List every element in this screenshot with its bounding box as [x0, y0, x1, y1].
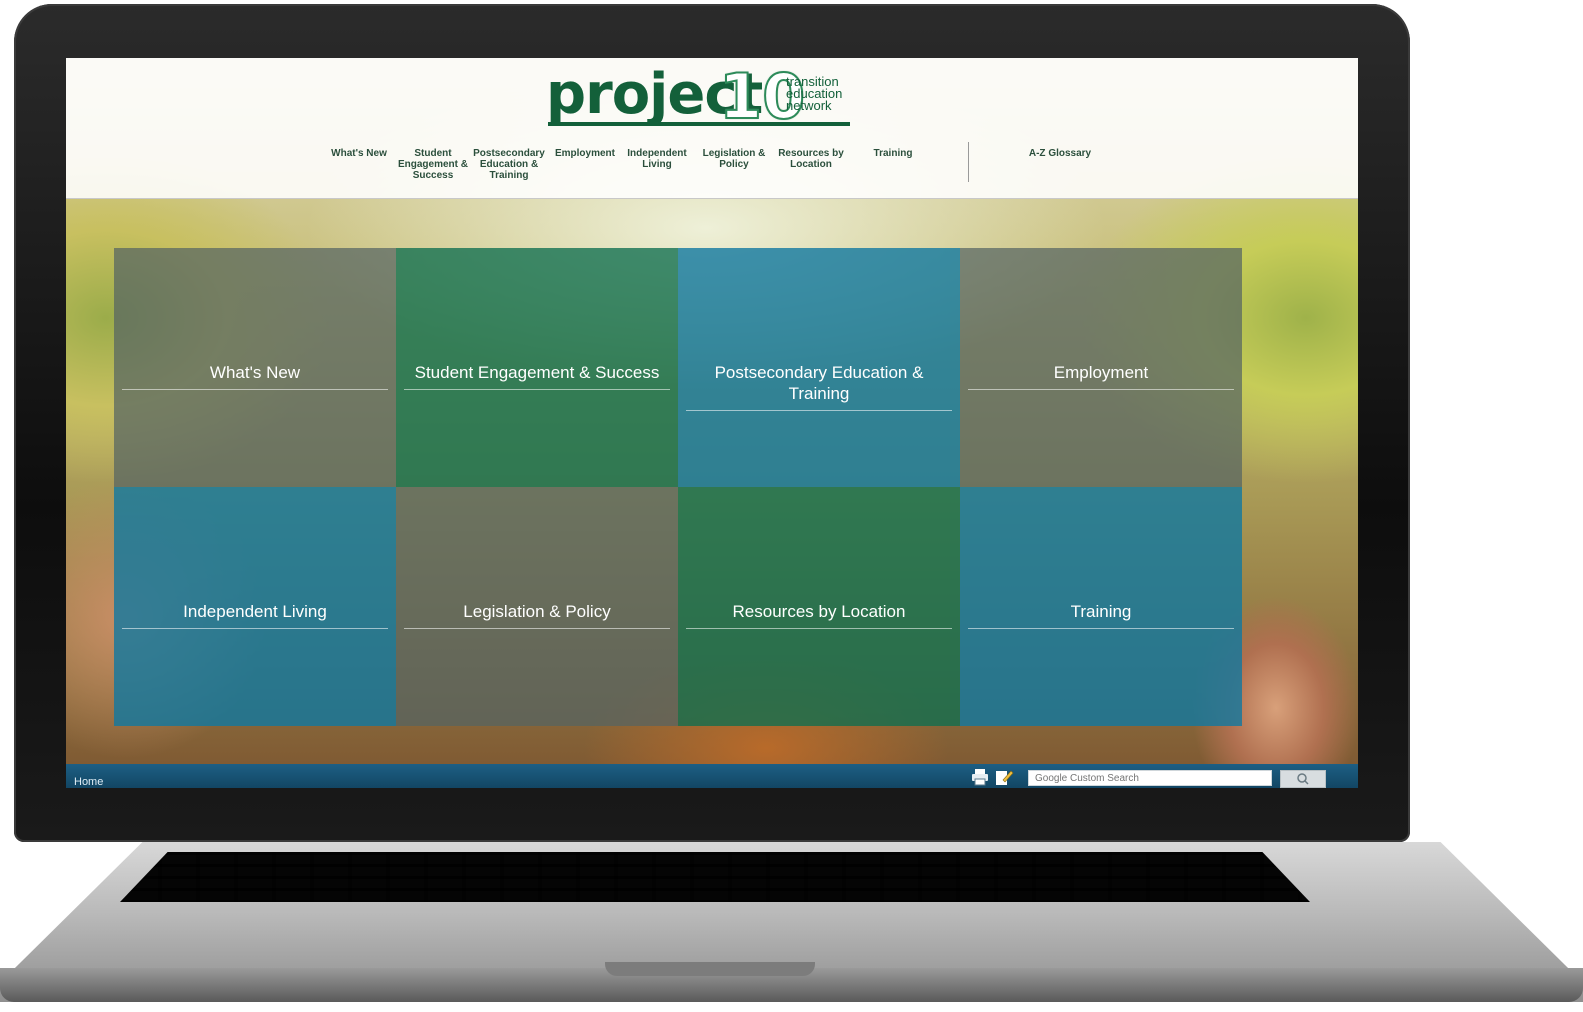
nav-item-glossary[interactable]: A-Z Glossary [1015, 148, 1105, 159]
laptop-screen: project 10 transition education network … [66, 58, 1358, 788]
laptop-notch [605, 962, 815, 976]
tile-label: Student Engagement & Success [404, 362, 670, 390]
search-icon [1297, 773, 1309, 785]
logo-tagline: transition education network [786, 75, 866, 113]
nav-item-postsecondary[interactable]: Postsecondary Education & Training [471, 148, 547, 181]
nav-item-employment[interactable]: Employment [547, 148, 623, 159]
tile-label: Independent Living [122, 601, 388, 629]
tile-label: Employment [968, 362, 1234, 390]
tile-postsecondary[interactable]: Postsecondary Education & Training [678, 248, 960, 487]
tile-employment[interactable]: Employment [960, 248, 1242, 487]
tile-label: What's New [122, 362, 388, 390]
footer-bar: Home [66, 764, 1358, 788]
topic-tile-grid: What's New Student Engagement & Success … [114, 248, 1242, 726]
tile-independent-living[interactable]: Independent Living [114, 487, 396, 726]
tile-student-engagement[interactable]: Student Engagement & Success [396, 248, 678, 487]
tile-legislation-policy[interactable]: Legislation & Policy [396, 487, 678, 726]
nav-item-whats-new[interactable]: What's New [321, 148, 397, 159]
project10-logo[interactable]: project 10 transition education network [546, 59, 876, 134]
nav-item-independent-living[interactable]: Independent Living [625, 148, 689, 170]
tile-training[interactable]: Training [960, 487, 1242, 726]
tile-resources-by-location[interactable]: Resources by Location [678, 487, 960, 726]
nav-item-training[interactable]: Training [855, 148, 931, 159]
logo-underline [548, 122, 850, 126]
nav-item-legislation-policy[interactable]: Legislation & Policy [701, 148, 767, 170]
laptop-keyboard [120, 852, 1310, 902]
home-link[interactable]: Home [74, 776, 103, 788]
nav-divider [968, 142, 969, 182]
tile-whats-new[interactable]: What's New [114, 248, 396, 487]
tile-label: Training [968, 601, 1234, 629]
nav-item-resources-by-location[interactable]: Resources by Location [777, 148, 845, 170]
print-icon[interactable] [970, 768, 990, 786]
search-button[interactable] [1280, 770, 1326, 788]
nav-item-student-engagement[interactable]: Student Engagement & Success [395, 148, 471, 181]
edit-icon[interactable] [994, 768, 1014, 786]
search-input[interactable] [1028, 770, 1272, 786]
tile-label: Postsecondary Education & Training [686, 362, 952, 411]
tile-label: Resources by Location [686, 601, 952, 629]
tile-label: Legislation & Policy [404, 601, 670, 629]
logo-tagline-line: network [786, 98, 832, 113]
site-header: project 10 transition education network … [66, 58, 1358, 199]
